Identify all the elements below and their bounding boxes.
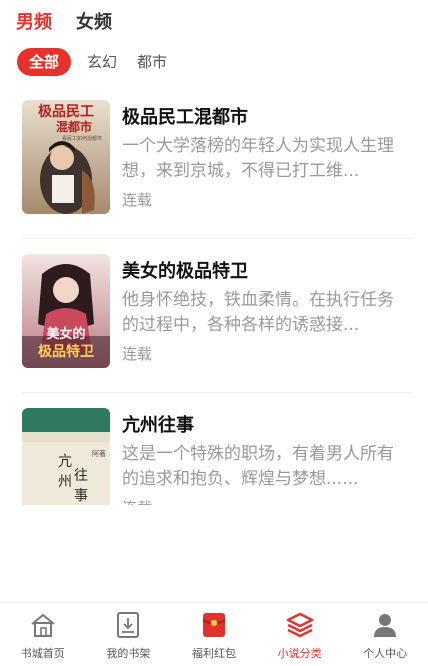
book-title[interactable]: 亢州往事 bbox=[122, 411, 194, 437]
user-icon bbox=[370, 611, 400, 639]
tab-label: 个人中心 bbox=[363, 647, 408, 660]
book-list: 极品民工 混都市 看民工如何混都市 极品民工混都市 一个大学落榜的年轻人为实现人… bbox=[0, 85, 428, 505]
category-tab-all[interactable]: 全部 bbox=[17, 48, 72, 76]
tab-male[interactable]: 男频 bbox=[16, 8, 52, 34]
svg-text:混都市: 混都市 bbox=[56, 119, 92, 134]
category-tab-fantasy[interactable]: 玄幻 bbox=[83, 48, 121, 76]
tab-label: 我的书架 bbox=[106, 647, 151, 660]
svg-text:阿著: 阿著 bbox=[92, 449, 106, 458]
book-cover[interactable]: 极品民工 混都市 看民工如何混都市 bbox=[22, 100, 110, 214]
book-description: 这是一个特殊的职场，有着男人所有的追求和抱负、辉煌与梦想...... bbox=[122, 444, 394, 489]
svg-text:极品特卫: 极品特卫 bbox=[38, 343, 94, 360]
svg-text:往: 往 bbox=[74, 468, 88, 484]
tab-label: 福利红包 bbox=[191, 647, 236, 660]
book-status: 连载 bbox=[122, 191, 153, 209]
book-cover-image: 极品民工 混都市 看民工如何混都市 bbox=[22, 100, 110, 214]
tab-personal-center[interactable]: 个人中心 bbox=[342, 603, 428, 666]
book-item[interactable]: 极品民工 混都市 看民工如何混都市 极品民工混都市 一个大学落榜的年轻人为实现人… bbox=[0, 85, 428, 239]
svg-text:极品民工: 极品民工 bbox=[38, 103, 94, 120]
red-envelope-icon bbox=[199, 611, 229, 639]
bottom-tab-bar: 书城首页 我的书架 福利红包 小说分类 个人中心 bbox=[0, 602, 428, 666]
category-layers-icon bbox=[285, 611, 315, 639]
gender-tabs: 男频 女频 bbox=[16, 6, 112, 36]
book-cover[interactable]: 美女的 极品特卫 bbox=[22, 254, 110, 368]
book-status: 连载 bbox=[122, 497, 152, 505]
svg-text:看民工如何混都市: 看民工如何混都市 bbox=[62, 135, 102, 142]
tab-red-envelope[interactable]: 福利红包 bbox=[171, 603, 257, 666]
tab-bookshelf[interactable]: 我的书架 bbox=[86, 603, 172, 666]
book-item[interactable]: 亢 州 往 事 阿著 亢州往事 这是一个特殊的职场，有着男人所有的追求和抱负、辉… bbox=[0, 393, 428, 505]
category-tabs: 全部 玄幻 都市 bbox=[17, 47, 171, 77]
svg-text:州: 州 bbox=[58, 474, 72, 490]
tab-novel-categories[interactable]: 小说分类 bbox=[257, 603, 343, 666]
book-cover-image: 美女的 极品特卫 bbox=[22, 254, 110, 368]
svg-text:事: 事 bbox=[74, 488, 88, 504]
book-status: 连载 bbox=[122, 345, 153, 363]
svg-text:亢: 亢 bbox=[58, 453, 72, 470]
home-icon bbox=[28, 611, 58, 639]
tab-label: 小说分类 bbox=[277, 647, 322, 660]
book-cover[interactable]: 亢 州 往 事 阿著 bbox=[22, 408, 110, 505]
book-title[interactable]: 美女的极品特卫 bbox=[122, 257, 248, 283]
tab-female[interactable]: 女频 bbox=[76, 8, 112, 34]
book-title[interactable]: 极品民工混都市 bbox=[122, 103, 248, 129]
book-description: 他身怀绝技，铁血柔情。在执行任务的过程中，各种各样的诱惑接... bbox=[122, 290, 394, 335]
svg-text:美女的: 美女的 bbox=[46, 326, 85, 342]
category-tab-urban[interactable]: 都市 bbox=[133, 48, 171, 76]
book-description: 一个大学落榜的年轻人为实现人生理想，来到京城，不得已打工维... bbox=[122, 136, 394, 181]
tab-bookstore-home[interactable]: 书城首页 bbox=[0, 603, 86, 666]
tab-label: 书城首页 bbox=[20, 647, 65, 660]
book-item[interactable]: 美女的 极品特卫 美女的极品特卫 他身怀绝技，铁血柔情。在执行任务的过程中，各种… bbox=[0, 239, 428, 393]
book-cover-image: 亢 州 往 事 阿著 bbox=[22, 408, 110, 505]
bookshelf-icon bbox=[113, 611, 143, 639]
